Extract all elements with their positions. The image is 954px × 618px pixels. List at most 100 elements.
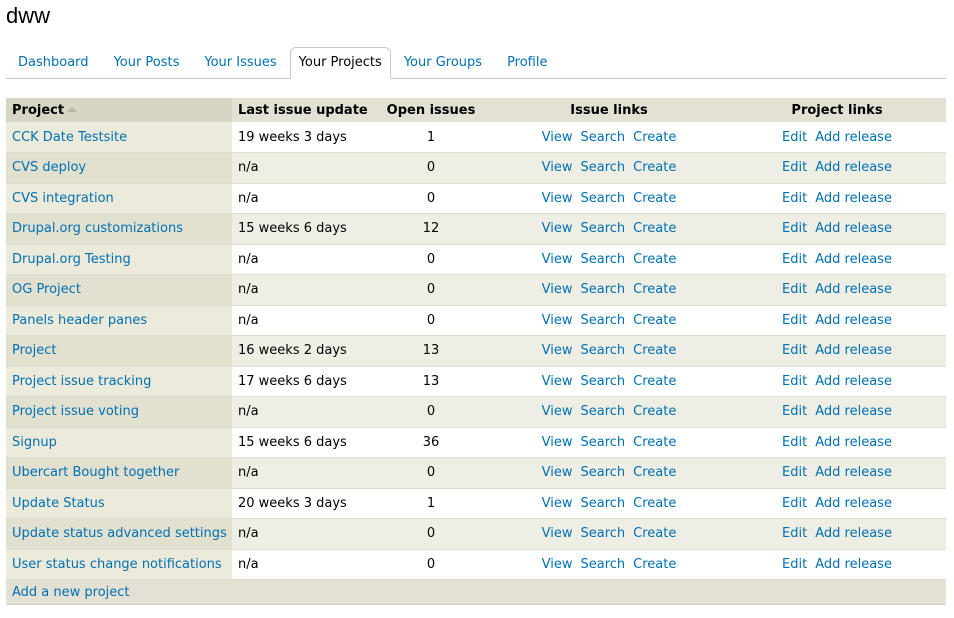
edit-project-link[interactable]: Edit — [782, 435, 807, 450]
add-release-link[interactable]: Add release — [815, 404, 892, 419]
edit-project-link[interactable]: Edit — [782, 404, 807, 419]
project-name-link[interactable]: Project issue voting — [12, 404, 139, 419]
view-issues-link[interactable]: View — [542, 282, 573, 297]
search-issues-link[interactable]: Search — [580, 496, 625, 511]
project-name-link[interactable]: User status change notifications — [12, 557, 222, 572]
view-issues-link[interactable]: View — [542, 252, 573, 267]
edit-project-link[interactable]: Edit — [782, 374, 807, 389]
search-issues-link[interactable]: Search — [580, 404, 625, 419]
create-issue-link[interactable]: Create — [633, 557, 676, 572]
edit-project-link[interactable]: Edit — [782, 343, 807, 358]
last-update-cell: n/a — [232, 152, 372, 184]
search-issues-link[interactable]: Search — [580, 191, 625, 206]
project-name-link[interactable]: Update Status — [12, 496, 105, 511]
search-issues-link[interactable]: Search — [580, 282, 625, 297]
search-issues-link[interactable]: Search — [580, 557, 625, 572]
tab-your-groups[interactable]: Your Groups — [392, 48, 494, 78]
view-issues-link[interactable]: View — [542, 221, 573, 236]
table-row: Ubercart Bought together n/a 0 View Search Cr… — [6, 457, 946, 489]
search-issues-link[interactable]: Search — [580, 374, 625, 389]
add-release-link[interactable]: Add release — [815, 557, 892, 572]
add-release-link[interactable]: Add release — [815, 252, 892, 267]
add-release-link[interactable]: Add release — [815, 374, 892, 389]
add-release-link[interactable]: Add release — [815, 526, 892, 541]
add-release-link[interactable]: Add release — [815, 130, 892, 145]
view-issues-link[interactable]: View — [542, 465, 573, 480]
create-issue-link[interactable]: Create — [633, 404, 676, 419]
project-name-link[interactable]: Signup — [12, 435, 57, 450]
edit-project-link[interactable]: Edit — [782, 252, 807, 267]
add-release-link[interactable]: Add release — [815, 191, 892, 206]
project-name-link[interactable]: Panels header panes — [12, 313, 147, 328]
search-issues-link[interactable]: Search — [580, 526, 625, 541]
tab-your-issues[interactable]: Your Issues — [192, 48, 288, 78]
view-issues-link[interactable]: View — [542, 557, 573, 572]
view-issues-link[interactable]: View — [542, 130, 573, 145]
tab-profile[interactable]: Profile — [495, 48, 559, 78]
column-header-project[interactable]: Project — [6, 98, 232, 122]
view-issues-link[interactable]: View — [542, 343, 573, 358]
search-issues-link[interactable]: Search — [580, 130, 625, 145]
create-issue-link[interactable]: Create — [633, 221, 676, 236]
create-issue-link[interactable]: Create — [633, 465, 676, 480]
create-issue-link[interactable]: Create — [633, 191, 676, 206]
project-name-link[interactable]: Drupal.org Testing — [12, 252, 131, 267]
edit-project-link[interactable]: Edit — [782, 191, 807, 206]
project-name-link[interactable]: Update status advanced settings — [12, 526, 227, 541]
project-name-link[interactable]: CVS integration — [12, 191, 114, 206]
add-release-link[interactable]: Add release — [815, 221, 892, 236]
search-issues-link[interactable]: Search — [580, 160, 625, 175]
view-issues-link[interactable]: View — [542, 496, 573, 511]
view-issues-link[interactable]: View — [542, 160, 573, 175]
create-issue-link[interactable]: Create — [633, 526, 676, 541]
project-name-link[interactable]: CCK Date Testsite — [12, 130, 127, 145]
add-release-link[interactable]: Add release — [815, 435, 892, 450]
create-issue-link[interactable]: Create — [633, 160, 676, 175]
view-issues-link[interactable]: View — [542, 435, 573, 450]
add-release-link[interactable]: Add release — [815, 313, 892, 328]
search-issues-link[interactable]: Search — [580, 465, 625, 480]
project-name-link[interactable]: OG Project — [12, 282, 81, 297]
create-issue-link[interactable]: Create — [633, 252, 676, 267]
add-release-link[interactable]: Add release — [815, 343, 892, 358]
view-issues-link[interactable]: View — [542, 404, 573, 419]
create-issue-link[interactable]: Create — [633, 282, 676, 297]
project-name-link[interactable]: Drupal.org customizations — [12, 221, 183, 236]
search-issues-link[interactable]: Search — [580, 343, 625, 358]
create-issue-link[interactable]: Create — [633, 130, 676, 145]
view-issues-link[interactable]: View — [542, 191, 573, 206]
view-issues-link[interactable]: View — [542, 526, 573, 541]
tab-your-projects[interactable]: Your Projects — [289, 47, 391, 79]
add-release-link[interactable]: Add release — [815, 496, 892, 511]
create-issue-link[interactable]: Create — [633, 374, 676, 389]
tab-dashboard[interactable]: Dashboard — [6, 48, 101, 78]
edit-project-link[interactable]: Edit — [782, 557, 807, 572]
add-release-link[interactable]: Add release — [815, 465, 892, 480]
edit-project-link[interactable]: Edit — [782, 221, 807, 236]
add-new-project-link[interactable]: Add a new project — [12, 585, 130, 600]
add-release-link[interactable]: Add release — [815, 160, 892, 175]
add-release-link[interactable]: Add release — [815, 282, 892, 297]
edit-project-link[interactable]: Edit — [782, 465, 807, 480]
create-issue-link[interactable]: Create — [633, 435, 676, 450]
view-issues-link[interactable]: View — [542, 374, 573, 389]
edit-project-link[interactable]: Edit — [782, 496, 807, 511]
edit-project-link[interactable]: Edit — [782, 130, 807, 145]
project-name-link[interactable]: CVS deploy — [12, 160, 86, 175]
search-issues-link[interactable]: Search — [580, 252, 625, 267]
project-name-link[interactable]: Project issue tracking — [12, 374, 151, 389]
create-issue-link[interactable]: Create — [633, 343, 676, 358]
search-issues-link[interactable]: Search — [580, 435, 625, 450]
create-issue-link[interactable]: Create — [633, 496, 676, 511]
project-name-link[interactable]: Project — [12, 343, 56, 358]
search-issues-link[interactable]: Search — [580, 313, 625, 328]
view-issues-link[interactable]: View — [542, 313, 573, 328]
edit-project-link[interactable]: Edit — [782, 282, 807, 297]
edit-project-link[interactable]: Edit — [782, 160, 807, 175]
edit-project-link[interactable]: Edit — [782, 526, 807, 541]
tab-your-posts[interactable]: Your Posts — [102, 48, 192, 78]
search-issues-link[interactable]: Search — [580, 221, 625, 236]
create-issue-link[interactable]: Create — [633, 313, 676, 328]
edit-project-link[interactable]: Edit — [782, 313, 807, 328]
project-name-link[interactable]: Ubercart Bought together — [12, 465, 179, 480]
